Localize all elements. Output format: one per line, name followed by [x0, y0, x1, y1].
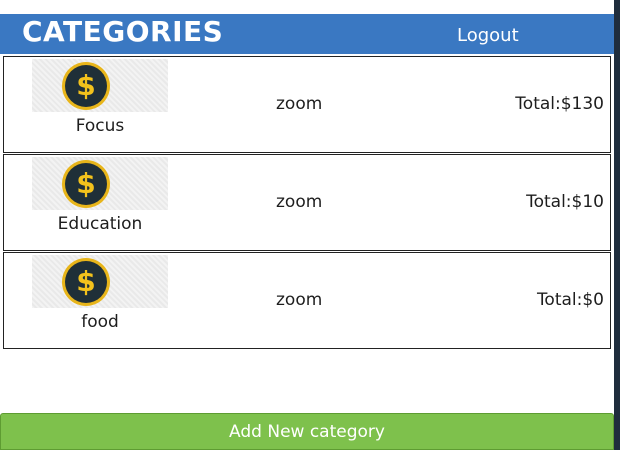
dollar-coin-icon: $: [62, 160, 110, 208]
dollar-coin-icon: $: [62, 62, 110, 110]
top-strip: [0, 0, 620, 14]
zoom-link[interactable]: zoom: [276, 289, 322, 311]
zoom-link[interactable]: zoom: [276, 93, 322, 115]
category-name: Education: [57, 214, 143, 234]
svg-text:$: $: [76, 167, 95, 200]
header-bar: CATEGORIES Logout: [0, 14, 614, 54]
svg-text:$: $: [76, 265, 95, 298]
category-image: $: [32, 157, 168, 210]
category-list: $ Focus zoom Total:$130 $ Education zoom…: [3, 56, 611, 350]
svg-text:$: $: [76, 69, 95, 102]
category-card[interactable]: $ food zoom Total:$0: [3, 252, 611, 349]
category-name: food: [81, 312, 119, 332]
window-edge: [614, 0, 620, 450]
category-card[interactable]: $ Focus zoom Total:$130: [3, 56, 611, 153]
category-total: Total:$10: [526, 192, 604, 212]
category-total: Total:$130: [515, 94, 604, 114]
category-image: $: [32, 59, 168, 112]
logout-button[interactable]: Logout: [457, 24, 519, 48]
categories-page: CATEGORIES Logout $ Focus zoom Total:$13…: [0, 0, 620, 450]
page-title: CATEGORIES: [22, 15, 224, 48]
category-card[interactable]: $ Education zoom Total:$10: [3, 154, 611, 251]
category-name: Focus: [75, 116, 125, 136]
dollar-coin-icon: $: [62, 258, 110, 306]
add-category-button[interactable]: Add New category: [0, 413, 614, 450]
zoom-link[interactable]: zoom: [276, 191, 322, 213]
category-total: Total:$0: [536, 290, 604, 310]
category-image: $: [32, 255, 168, 308]
